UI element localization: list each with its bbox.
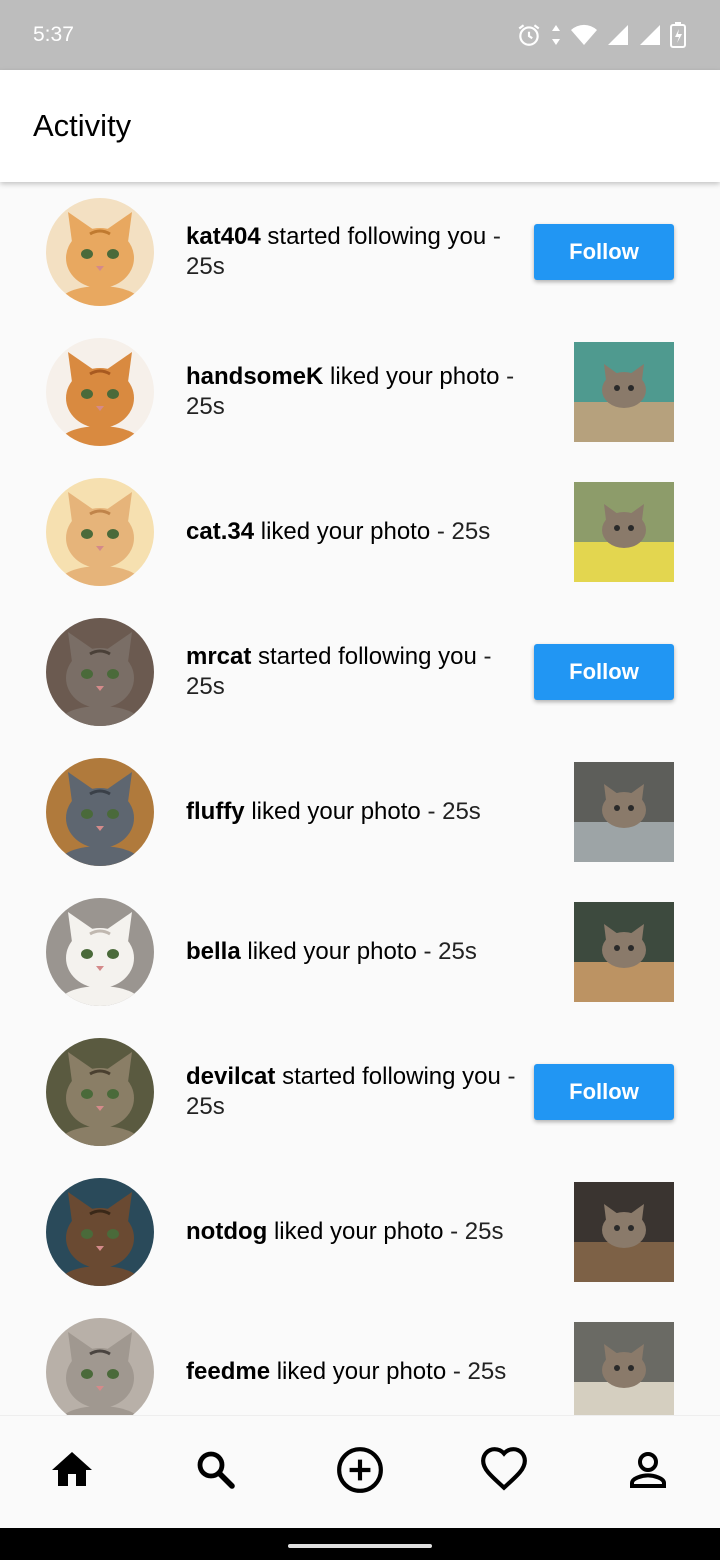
app-bar: Activity	[0, 70, 720, 182]
list-item[interactable]: devilcat started following you - 25s Foll…	[0, 1022, 720, 1162]
activity-action: liked your photo	[251, 798, 421, 825]
avatar-orange-kitten[interactable]	[46, 198, 154, 306]
activity-action: liked your photo	[273, 1218, 444, 1245]
data-arrows-icon	[550, 23, 562, 47]
timestamp: 25s	[442, 798, 481, 825]
separator: -	[420, 798, 443, 825]
nav-activity[interactable]	[474, 1442, 534, 1502]
activity-action: liked your photo	[276, 1358, 447, 1385]
activity-text: handsomeK liked your photo - 25s	[186, 322, 530, 462]
timestamp: 25s	[186, 393, 225, 420]
activity-text: cat.34 liked your photo - 25s	[186, 462, 530, 602]
activity-action: started following you	[258, 643, 477, 670]
separator: -	[446, 1358, 468, 1385]
page-title: Activity	[33, 108, 132, 143]
alarm-icon	[516, 22, 542, 48]
activity-action: started following you	[282, 1063, 501, 1090]
separator: -	[500, 1063, 516, 1090]
username[interactable]: mrcat	[186, 643, 251, 670]
avatar-tabby-face[interactable]	[46, 1318, 154, 1415]
avatar-tabby-kitten[interactable]	[46, 1038, 154, 1146]
separator: -	[499, 363, 515, 390]
username[interactable]: feedme	[186, 1358, 270, 1385]
list-item[interactable]: cat.34 liked your photo - 25s	[0, 462, 720, 602]
activity-text: mrcat started following you - 25s	[186, 602, 530, 742]
liked-photo-thumbnail[interactable]	[574, 342, 674, 442]
nav-profile[interactable]	[618, 1442, 678, 1502]
activity-action: liked your photo	[260, 518, 431, 545]
separator: -	[416, 938, 439, 965]
follow-button[interactable]: Follow	[534, 644, 674, 700]
nav-add[interactable]	[330, 1442, 390, 1502]
username[interactable]: notdog	[186, 1218, 267, 1245]
username[interactable]: handsomeK	[186, 363, 323, 390]
separator: -	[476, 643, 492, 670]
activity-text: kat404 started following you - 25s	[186, 182, 530, 322]
username[interactable]: devilcat	[186, 1063, 275, 1090]
separator: -	[443, 1218, 465, 1245]
nav-search[interactable]	[186, 1442, 246, 1502]
signal-icon	[638, 23, 662, 47]
timestamp: 25s	[467, 1358, 507, 1385]
follow-button[interactable]: Follow	[534, 224, 674, 280]
status-bar: 5:37	[0, 0, 720, 70]
avatar-longhair-cat[interactable]	[46, 1178, 154, 1286]
activity-text: devilcat started following you - 25s	[186, 1022, 530, 1162]
list-item[interactable]: mrcat started following you - 25s Follow	[0, 602, 720, 742]
add-circle-icon	[335, 1445, 385, 1500]
list-item[interactable]: feedme liked your photo - 25s	[0, 1302, 720, 1415]
list-item[interactable]: handsomeK liked your photo - 25s	[0, 322, 720, 462]
timestamp: 25s	[186, 673, 225, 700]
list-item[interactable]: bella liked your photo - 25s	[0, 882, 720, 1022]
person-icon	[624, 1446, 672, 1499]
battery-charging-icon	[670, 22, 686, 48]
list-item[interactable]: fluffy liked your photo - 25s	[0, 742, 720, 882]
liked-photo-thumbnail[interactable]	[574, 1182, 674, 1282]
system-nav-bar	[0, 1528, 720, 1560]
timestamp: 25s	[186, 1093, 225, 1120]
list-item[interactable]: notdog liked your photo - 25s	[0, 1162, 720, 1302]
signal-icon	[606, 23, 630, 47]
username[interactable]: bella	[186, 938, 241, 965]
home-icon	[48, 1446, 96, 1499]
liked-photo-thumbnail[interactable]	[574, 482, 674, 582]
avatar-gray-cat[interactable]	[46, 758, 154, 866]
avatar-white-kitten[interactable]	[46, 898, 154, 1006]
username[interactable]: kat404	[186, 223, 261, 250]
follow-button[interactable]: Follow	[534, 1064, 674, 1120]
home-indicator[interactable]	[288, 1544, 432, 1548]
separator: -	[486, 223, 501, 250]
timestamp: 25s	[186, 253, 225, 280]
liked-photo-thumbnail[interactable]	[574, 902, 674, 1002]
separator: -	[430, 518, 452, 545]
timestamp: 25s	[464, 1218, 504, 1245]
activity-text: fluffy liked your photo - 25s	[186, 742, 530, 882]
activity-text: bella liked your photo - 25s	[186, 882, 530, 1022]
avatar-orange-cat[interactable]	[46, 338, 154, 446]
nav-home[interactable]	[42, 1442, 102, 1502]
timestamp: 25s	[438, 938, 477, 965]
heart-icon	[479, 1445, 529, 1500]
avatar-ginger-kitten[interactable]	[46, 478, 154, 586]
wifi-icon	[570, 23, 598, 47]
activity-text: feedme liked your photo - 25s	[186, 1302, 530, 1415]
liked-photo-thumbnail[interactable]	[574, 1322, 674, 1415]
liked-photo-thumbnail[interactable]	[574, 762, 674, 862]
status-icons	[516, 22, 686, 48]
activity-action: started following you	[267, 223, 487, 250]
bottom-nav	[0, 1415, 720, 1528]
avatar-gray-kitten[interactable]	[46, 618, 154, 726]
username[interactable]: cat.34	[186, 518, 254, 545]
list-item[interactable]: kat404 started following you - 25s Follow	[0, 182, 720, 322]
timestamp: 25s	[451, 518, 491, 545]
activity-action: liked your photo	[247, 938, 417, 965]
activity-text: notdog liked your photo - 25s	[186, 1162, 530, 1302]
status-time: 5:37	[33, 23, 74, 46]
search-icon	[192, 1446, 240, 1499]
activity-list[interactable]: kat404 started following you - 25s Follow…	[0, 182, 720, 1415]
activity-action: liked your photo	[330, 363, 500, 390]
username[interactable]: fluffy	[186, 798, 245, 825]
